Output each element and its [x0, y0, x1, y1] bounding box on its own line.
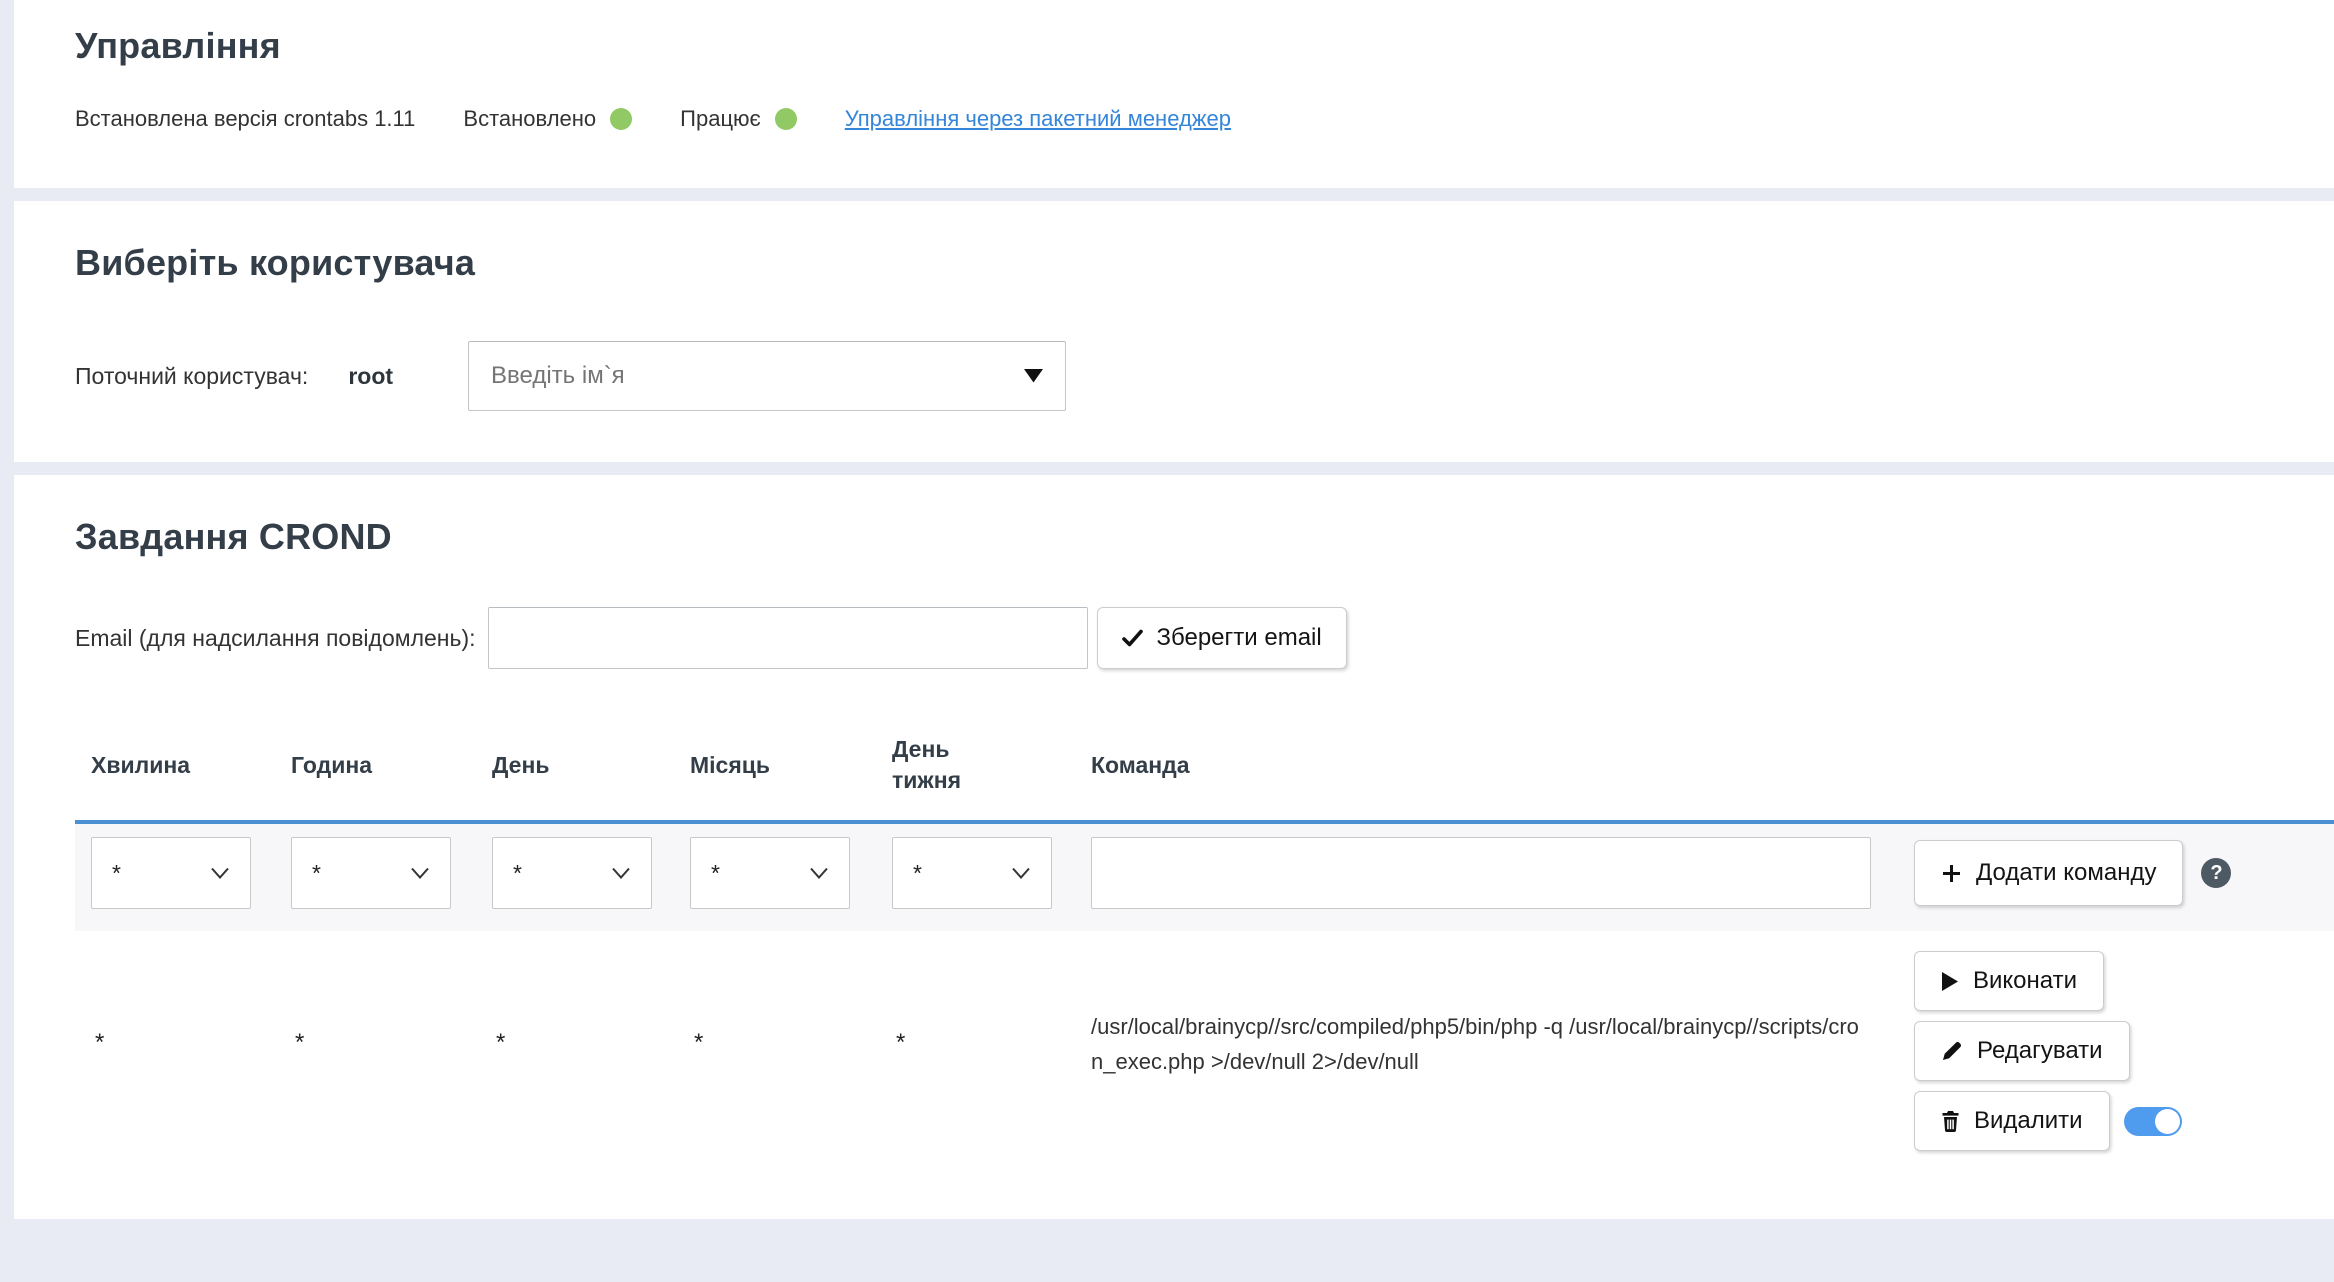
play-icon	[1941, 971, 1959, 992]
command-input[interactable]	[1091, 837, 1871, 909]
installed-version-text: Встановлена версія crontabs 1.11	[75, 106, 415, 132]
chevron-down-icon	[1011, 867, 1031, 879]
col-header-hour: Година	[275, 730, 476, 805]
hour-select[interactable]: *	[291, 837, 451, 909]
add-command-button[interactable]: Додати команду	[1914, 840, 2183, 906]
crond-table: Хвилина Година День Місяць День тижня Ко…	[75, 714, 2334, 1151]
delete-task-button[interactable]: Видалити	[1914, 1091, 2110, 1151]
col-header-day: День	[476, 730, 674, 805]
weekday-select[interactable]: *	[892, 837, 1052, 909]
chevron-down-icon	[809, 867, 829, 879]
day-select-value: *	[513, 860, 522, 887]
toggle-knob-icon	[2155, 1109, 2180, 1134]
user-select-placeholder: Введіть ім`я	[491, 362, 625, 390]
col-header-month: Місяць	[674, 730, 876, 805]
month-select[interactable]: *	[690, 837, 850, 909]
select-user-title: Виберіть користувача	[75, 241, 2314, 285]
crond-panel: Завдання CROND Email (для надсилання пов…	[14, 475, 2334, 1219]
task-weekday: *	[876, 931, 1075, 1151]
select-user-panel: Виберіть користувача Поточний користувач…	[14, 201, 2334, 462]
package-manager-link[interactable]: Управління через пакетний менеджер	[845, 106, 1231, 132]
run-task-button[interactable]: Виконати	[1914, 951, 2104, 1011]
weekday-select-value: *	[913, 860, 922, 887]
col-header-minute: Хвилина	[75, 730, 275, 805]
delete-line: Видалити	[1914, 1091, 2182, 1151]
task-hour: *	[275, 931, 476, 1151]
month-select-value: *	[711, 860, 720, 887]
minute-select[interactable]: *	[91, 837, 251, 909]
save-email-label: Зберегти email	[1157, 624, 1322, 652]
running-status-label: Працює	[680, 106, 761, 132]
installed-status-dot-icon	[610, 108, 632, 130]
run-task-label: Виконати	[1973, 967, 2077, 995]
task-command: /usr/local/brainycp//src/compiled/php5/b…	[1075, 931, 1890, 1151]
task-enabled-toggle[interactable]	[2124, 1107, 2182, 1136]
management-title: Управління	[75, 24, 2314, 68]
crond-title: Завдання CROND	[75, 515, 2334, 559]
current-user-row: Поточний користувач: root Введіть ім`я	[75, 341, 2314, 411]
new-task-row: * * *	[75, 824, 2334, 931]
task-minute: *	[75, 931, 275, 1151]
chevron-down-icon	[611, 867, 631, 879]
page: Управління Встановлена версія crontabs 1…	[0, 0, 2334, 1219]
minute-select-value: *	[112, 860, 121, 887]
check-icon	[1122, 629, 1143, 647]
hour-select-value: *	[312, 860, 321, 887]
current-user-value: root	[348, 363, 393, 390]
user-select[interactable]: Введіть ім`я	[468, 341, 1066, 411]
help-icon[interactable]: ?	[2201, 858, 2231, 888]
edit-task-label: Редагувати	[1977, 1037, 2103, 1065]
save-email-button[interactable]: Зберегти email	[1097, 607, 1347, 669]
task-actions: Виконати Редагувати	[1890, 931, 2334, 1151]
plus-icon	[1941, 863, 1962, 884]
chevron-down-icon	[410, 867, 430, 879]
email-label: Email (для надсилання повідомлень):	[75, 625, 476, 652]
running-status: Працює	[680, 106, 797, 132]
installed-status: Встановлено	[463, 106, 632, 132]
col-header-weekday: День тижня	[876, 714, 1075, 820]
chevron-down-icon	[210, 867, 230, 879]
pencil-icon	[1941, 1040, 1963, 1062]
trash-icon	[1941, 1110, 1960, 1132]
task-month: *	[674, 931, 876, 1151]
email-input[interactable]	[488, 607, 1088, 669]
edit-task-button[interactable]: Редагувати	[1914, 1021, 2130, 1081]
task-day: *	[476, 931, 674, 1151]
management-status-row: Встановлена версія crontabs 1.11 Встанов…	[75, 106, 2314, 132]
management-panel: Управління Встановлена версія crontabs 1…	[14, 0, 2334, 188]
crond-table-header: Хвилина Година День Місяць День тижня Ко…	[75, 714, 2334, 824]
task-row: * * * * * /usr/local/brainycp//src/compi…	[75, 931, 2334, 1151]
email-row: Email (для надсилання повідомлень): Збер…	[75, 607, 2334, 669]
current-user-label: Поточний користувач:	[75, 363, 308, 390]
day-select[interactable]: *	[492, 837, 652, 909]
col-header-actions	[1890, 745, 2334, 789]
add-command-label: Додати команду	[1976, 859, 2156, 887]
installed-status-label: Встановлено	[463, 106, 596, 132]
delete-task-label: Видалити	[1974, 1107, 2083, 1135]
running-status-dot-icon	[775, 108, 797, 130]
col-header-command: Команда	[1075, 730, 1890, 805]
caret-down-icon	[1024, 369, 1043, 383]
